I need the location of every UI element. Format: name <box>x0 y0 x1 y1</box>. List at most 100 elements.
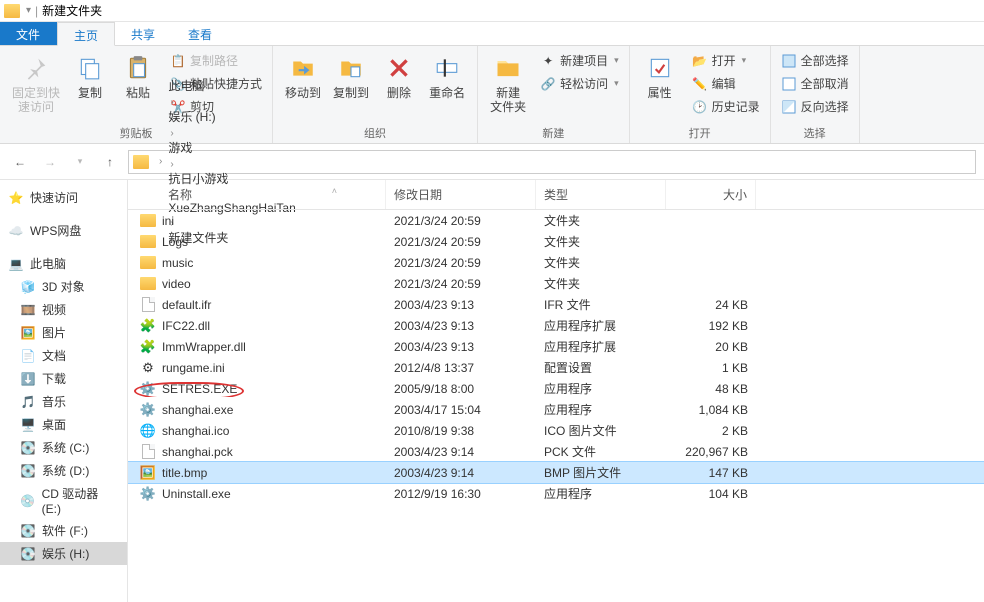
sidebar-item[interactable]: 🖼️图片 <box>0 321 127 344</box>
edit-icon: ✏️ <box>692 76 708 92</box>
edit-button[interactable]: ✏️编辑 <box>690 73 762 94</box>
column-type[interactable]: 类型 <box>536 180 666 209</box>
link-icon: 🔗 <box>540 76 556 92</box>
new-item-button[interactable]: ✦新建项目▾ <box>538 50 621 71</box>
breadcrumb-bar[interactable]: › 此电脑›娱乐 (H:)›游戏›抗日小游戏›XueZhangShangHaiT… <box>128 150 976 174</box>
file-row[interactable]: default.ifr2003/4/23 9:13IFR 文件24 KB <box>128 294 984 315</box>
cloud-icon: ☁️ <box>8 223 24 239</box>
drive-icon: 🎞️ <box>20 302 36 318</box>
sidebar-item[interactable]: 💽软件 (F:) <box>0 519 127 542</box>
file-row[interactable]: shanghai.pck2003/4/23 9:14PCK 文件220,967 … <box>128 441 984 462</box>
column-date[interactable]: 修改日期 <box>386 180 536 209</box>
file-row[interactable]: ⚙️shanghai.exe2003/4/17 15:04应用程序1,084 K… <box>128 399 984 420</box>
sidebar-item-label: 桌面 <box>42 416 66 433</box>
copy-path-button[interactable]: 📋复制路径 <box>168 50 264 71</box>
sidebar-item[interactable]: ⬇️ 下载 <box>0 367 127 390</box>
file-row[interactable]: ⚙️SETRES.EXE2005/9/18 8:00应用程序48 KB <box>128 378 984 399</box>
sidebar-item-label: 音乐 <box>42 393 66 410</box>
drive-icon: 🖥️ <box>20 417 36 433</box>
chevron-right-icon[interactable]: › <box>155 156 166 167</box>
tab-share[interactable]: 共享 <box>115 22 172 45</box>
sidebar-item-label: 下载 <box>42 370 66 387</box>
sidebar-item-label: 系统 (D:) <box>42 462 89 479</box>
file-name: rungame.ini <box>162 361 225 375</box>
breadcrumb-item[interactable]: 此电脑 <box>166 77 297 94</box>
rename-button[interactable]: 重命名 <box>425 50 469 123</box>
column-size[interactable]: 大小 <box>666 180 756 209</box>
sidebar-wps[interactable]: ☁️WPS网盘 <box>0 219 127 242</box>
file-row[interactable]: music2021/3/24 20:59文件夹 <box>128 252 984 273</box>
history-button[interactable]: 🕑历史记录 <box>690 96 762 117</box>
properties-icon <box>644 52 676 84</box>
sidebar-item[interactable]: 💽 系统 (D:) <box>0 459 127 482</box>
file-date: 2021/3/24 20:59 <box>386 277 536 291</box>
file-size: 20 KB <box>666 340 756 354</box>
properties-button[interactable]: 属性 <box>638 50 682 123</box>
chevron-right-icon[interactable]: › <box>166 128 177 139</box>
exe-icon: ⚙️ <box>140 402 156 418</box>
file-row[interactable]: ini2021/3/24 20:59文件夹 <box>128 210 984 231</box>
tab-view[interactable]: 查看 <box>172 22 229 45</box>
navigation-pane[interactable]: ⭐快速访问 ☁️WPS网盘 💻此电脑 🧊3D 对象🎞️视频🖼️图片📄文档 ⬇️ 下载… <box>0 180 128 602</box>
sidebar-item[interactable]: 🎵音乐 <box>0 390 127 413</box>
select-none-button[interactable]: 全部取消 <box>779 73 851 94</box>
nav-back-button[interactable]: ← <box>8 150 32 174</box>
pin-button[interactable]: 固定到快 速访问 <box>8 50 64 123</box>
sidebar-quick-access[interactable]: ⭐快速访问 <box>0 186 127 209</box>
paste-button[interactable]: 粘贴 <box>116 50 160 123</box>
file-name: shanghai.exe <box>162 403 233 417</box>
file-row[interactable]: 🖼️title.bmp2003/4/23 9:14BMP 图片文件147 KB <box>128 462 984 483</box>
ribbon: 固定到快 速访问 复制 粘贴 📋复制路径 📎粘贴快捷方式 ✂️剪切 剪贴板 移动… <box>0 46 984 144</box>
sidebar-item[interactable]: 💽娱乐 (H:) <box>0 542 127 565</box>
file-size: 48 KB <box>666 382 756 396</box>
sidebar-item[interactable]: 🎞️视频 <box>0 298 127 321</box>
file-type: 应用程序 <box>536 485 666 502</box>
file-date: 2003/4/23 9:14 <box>386 466 536 480</box>
file-type: 文件夹 <box>536 212 666 229</box>
file-row[interactable]: 🧩IFC22.dll2003/4/23 9:13应用程序扩展192 KB <box>128 315 984 336</box>
sidebar-item[interactable]: 💿CD 驱动器 (E:) <box>0 482 127 519</box>
file-size: 1,084 KB <box>666 403 756 417</box>
file-name: shanghai.ico <box>162 424 229 438</box>
copy-to-button[interactable]: 复制到 <box>329 50 373 123</box>
tab-file[interactable]: 文件 <box>0 22 57 45</box>
nav-up-button[interactable]: ↑ <box>98 150 122 174</box>
path-icon: 📋 <box>170 53 186 69</box>
file-row[interactable]: video2021/3/24 20:59文件夹 <box>128 273 984 294</box>
drive-icon: ⬇️ <box>20 371 36 387</box>
invert-selection-button[interactable]: 反向选择 <box>779 96 851 117</box>
select-all-button[interactable]: 全部选择 <box>779 50 851 71</box>
drive-icon: 💽 <box>20 463 36 479</box>
history-icon: 🕑 <box>692 99 708 115</box>
file-date: 2012/4/8 13:37 <box>386 361 536 375</box>
chevron-right-icon[interactable]: › <box>166 97 177 108</box>
new-folder-button[interactable]: 新建 文件夹 <box>486 50 530 123</box>
select-none-icon <box>781 76 797 92</box>
file-row[interactable]: 🌐shanghai.ico2010/8/19 9:38ICO 图片文件2 KB <box>128 420 984 441</box>
breadcrumb-item[interactable]: 娱乐 (H:) <box>166 108 297 125</box>
nav-recent-button[interactable]: ▾ <box>68 150 92 174</box>
chevron-down-icon[interactable]: ▾ <box>26 5 31 16</box>
file-row[interactable]: ⚙️Uninstall.exe2012/9/19 16:30应用程序104 KB <box>128 483 984 504</box>
file-list[interactable]: 名称˄ 修改日期 类型 大小 ini2021/3/24 20:59文件夹Logs… <box>128 180 984 602</box>
easy-access-button[interactable]: 🔗轻松访问▾ <box>538 73 621 94</box>
file-icon <box>142 444 155 459</box>
tab-home[interactable]: 主页 <box>57 22 115 46</box>
main-area: ⭐快速访问 ☁️WPS网盘 💻此电脑 🧊3D 对象🎞️视频🖼️图片📄文档 ⬇️ 下载… <box>0 180 984 602</box>
copy-button[interactable]: 复制 <box>68 50 112 123</box>
sidebar-item[interactable]: 🖥️ 桌面 <box>0 413 127 436</box>
sidebar-item[interactable]: 💽系统 (C:) <box>0 436 127 459</box>
sidebar-this-pc[interactable]: 💻此电脑 <box>0 252 127 275</box>
file-row[interactable]: 🧩ImmWrapper.dll2003/4/23 9:13应用程序扩展20 KB <box>128 336 984 357</box>
open-button[interactable]: 📂打开▾ <box>690 50 762 71</box>
sidebar-item[interactable]: 🧊3D 对象 <box>0 275 127 298</box>
delete-button[interactable]: 删除 <box>377 50 421 123</box>
file-row[interactable]: Logs2021/3/24 20:59文件夹 <box>128 231 984 252</box>
column-name[interactable]: 名称˄ <box>128 180 386 209</box>
sidebar-item[interactable]: 📄文档 <box>0 344 127 367</box>
column-headers: 名称˄ 修改日期 类型 大小 <box>128 180 984 210</box>
file-row[interactable]: ⚙rungame.ini2012/4/8 13:37配置设置1 KB <box>128 357 984 378</box>
breadcrumb-item[interactable]: 游戏 <box>166 139 297 156</box>
nav-forward-button[interactable]: → <box>38 150 62 174</box>
chevron-right-icon[interactable]: › <box>166 159 177 170</box>
